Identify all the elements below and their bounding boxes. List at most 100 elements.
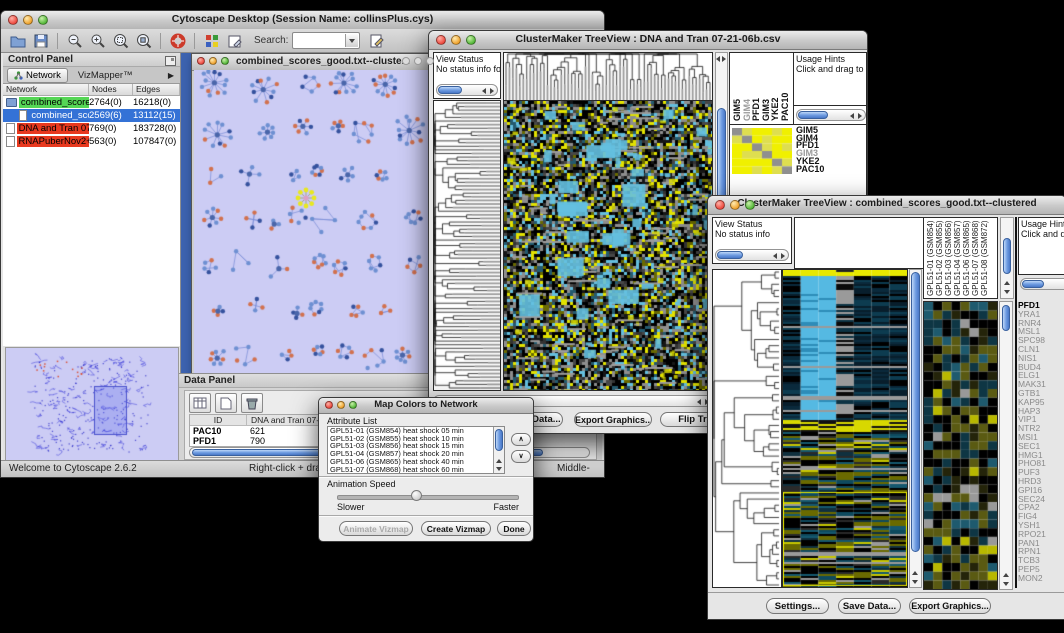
- usage-hints-scrollbar[interactable]: [796, 109, 866, 121]
- network-view-window-1[interactable]: combined_scores_good.txt--cluste...: [191, 53, 431, 373]
- zoom-button[interactable]: [221, 57, 229, 65]
- row-dendrogram-panel[interactable]: [712, 269, 782, 588]
- scroll-down-icon[interactable]: [912, 580, 918, 584]
- close-button[interactable]: [325, 401, 333, 409]
- speed-slider-thumb[interactable]: [411, 490, 422, 501]
- heatmap-canvas[interactable]: [504, 101, 712, 390]
- network-overview-canvas[interactable]: [6, 348, 178, 460]
- zoom-selected-icon[interactable]: [110, 31, 131, 51]
- column-dendrogram-canvas[interactable]: [504, 53, 712, 101]
- annotation-icon[interactable]: [224, 31, 245, 51]
- float-panel-icon[interactable]: [165, 56, 176, 66]
- attribute-list-vscrollbar[interactable]: [493, 427, 504, 473]
- settings-button[interactable]: Settings...: [766, 598, 829, 614]
- view-status-scrollbar[interactable]: [715, 249, 789, 261]
- cluster-summary-heatmap[interactable]: [732, 128, 792, 174]
- minimize-button[interactable]: [451, 35, 461, 45]
- zoom-in-icon[interactable]: [87, 31, 108, 51]
- scroll-right-icon[interactable]: [722, 56, 726, 62]
- close-button[interactable]: [436, 35, 446, 45]
- network-table-row[interactable]: DNA and Tran 07 769(0) 183728(0): [3, 122, 180, 135]
- create-vizmap-button[interactable]: Create Vizmap: [421, 521, 491, 536]
- scroll-left-icon[interactable]: [716, 56, 720, 62]
- column-label[interactable]: GPL51-02 (GSM855): [935, 220, 944, 296]
- column-label[interactable]: GPL51-08 (GSM872): [980, 220, 989, 296]
- heatmap-panel[interactable]: [782, 269, 908, 588]
- close-button[interactable]: [715, 200, 725, 210]
- scroll-right-icon[interactable]: [858, 113, 862, 119]
- export-graphics-button[interactable]: Export Graphics...: [909, 598, 991, 614]
- tab-overflow-arrow[interactable]: ▶: [168, 71, 174, 80]
- usage-hints-scrollbar[interactable]: [1020, 278, 1064, 290]
- search-input[interactable]: [292, 32, 360, 49]
- help-ring-icon[interactable]: [167, 31, 188, 51]
- scrollbar-thumb[interactable]: [798, 111, 828, 119]
- minimize-button[interactable]: [414, 57, 422, 65]
- zoom-button[interactable]: [349, 401, 357, 409]
- column-label[interactable]: PFD1: [751, 98, 761, 121]
- heatmap-panel[interactable]: [503, 100, 713, 391]
- scrollbar-thumb[interactable]: [1003, 238, 1011, 274]
- id-column-header[interactable]: ID: [190, 415, 247, 425]
- scrollbar-thumb[interactable]: [438, 86, 462, 94]
- attribute-editor-icon[interactable]: [366, 31, 387, 51]
- scrollbar-thumb[interactable]: [495, 429, 503, 451]
- scroll-right-icon[interactable]: [490, 88, 494, 94]
- column-label[interactable]: PAC10: [780, 93, 790, 121]
- done-button[interactable]: Done: [497, 521, 531, 536]
- close-button[interactable]: [8, 15, 18, 25]
- scroll-up-icon[interactable]: [1003, 573, 1009, 577]
- main-titlebar[interactable]: Cytoscape Desktop (Session Name: collins…: [1, 11, 604, 30]
- column-label[interactable]: YKE2: [770, 97, 780, 121]
- scrollbar-thumb[interactable]: [717, 251, 743, 259]
- scroll-left-icon[interactable]: [482, 88, 486, 94]
- attribute-list-item[interactable]: GPL51-07 (GSM868) heat shock 60 min: [328, 466, 504, 474]
- scroll-down-icon[interactable]: [496, 467, 502, 471]
- row-dendrogram-panel[interactable]: [433, 100, 501, 391]
- column-label[interactable]: GPL51-06 (GSM865): [962, 220, 971, 296]
- column-label[interactable]: GIM5: [732, 99, 742, 121]
- row-dendrogram-canvas[interactable]: [434, 101, 500, 390]
- row-label[interactable]: PAC10: [796, 166, 824, 174]
- move-down-button[interactable]: ∨: [511, 450, 531, 463]
- animate-vizmap-button[interactable]: Animate Vizmap: [339, 521, 413, 536]
- scroll-left-icon[interactable]: [773, 253, 777, 259]
- scrollbar-thumb[interactable]: [911, 272, 920, 552]
- close-button[interactable]: [197, 57, 205, 65]
- column-dendrogram-panel[interactable]: [503, 52, 713, 102]
- zoom-out-icon[interactable]: [64, 31, 85, 51]
- zoom-detail-canvas[interactable]: [924, 302, 997, 589]
- network-canvas-1[interactable]: [194, 70, 429, 373]
- network-table-row[interactable]: combined_scores 2764(0) 16218(0): [3, 96, 180, 109]
- zoom-button[interactable]: [466, 35, 476, 45]
- scroll-up-icon[interactable]: [912, 571, 918, 575]
- column-label[interactable]: GPL51-03 (GSM856): [944, 220, 953, 296]
- zoom-fit-icon[interactable]: [133, 31, 154, 51]
- close-button[interactable]: [402, 57, 410, 65]
- appearance-icon[interactable]: [201, 31, 222, 51]
- save-data-button[interactable]: Save Data...: [838, 598, 901, 614]
- export-graphics-button[interactable]: Export Graphics...: [574, 412, 652, 427]
- zoom-button[interactable]: [38, 15, 48, 25]
- zoom-button[interactable]: [426, 57, 434, 65]
- column-labels-vscrollbar[interactable]: [1000, 217, 1014, 299]
- heatmap-canvas[interactable]: [783, 270, 907, 587]
- network-table-row[interactable]: RNAPuberNov2+ 563(0) 107847(0): [3, 135, 180, 148]
- view-status-scrollbar[interactable]: [436, 84, 498, 96]
- column-label[interactable]: GPL51-01 (GSM854): [926, 220, 935, 296]
- network-table-row[interactable]: combined_sco 2569(6) 13112(15): [3, 109, 180, 122]
- minimize-button[interactable]: [23, 15, 33, 25]
- scrollbar-thumb[interactable]: [1002, 305, 1010, 331]
- scroll-down-icon[interactable]: [1004, 290, 1010, 294]
- network-window-titlebar[interactable]: combined_scores_good.txt--cluste...: [192, 54, 430, 71]
- open-button[interactable]: [7, 31, 28, 51]
- treeview1-titlebar[interactable]: ClusterMaker TreeView : DNA and Tran 07-…: [429, 31, 867, 50]
- gene-list-vscrollbar[interactable]: [999, 301, 1013, 590]
- save-button[interactable]: [30, 31, 51, 51]
- speed-slider-track[interactable]: [337, 495, 519, 500]
- scroll-down-icon[interactable]: [1003, 582, 1009, 586]
- scroll-left-icon[interactable]: [850, 113, 854, 119]
- row-dendrogram-canvas[interactable]: [713, 270, 781, 587]
- column-label[interactable]: GPL51-04 (GSM857): [953, 220, 962, 296]
- scroll-up-icon[interactable]: [496, 459, 502, 463]
